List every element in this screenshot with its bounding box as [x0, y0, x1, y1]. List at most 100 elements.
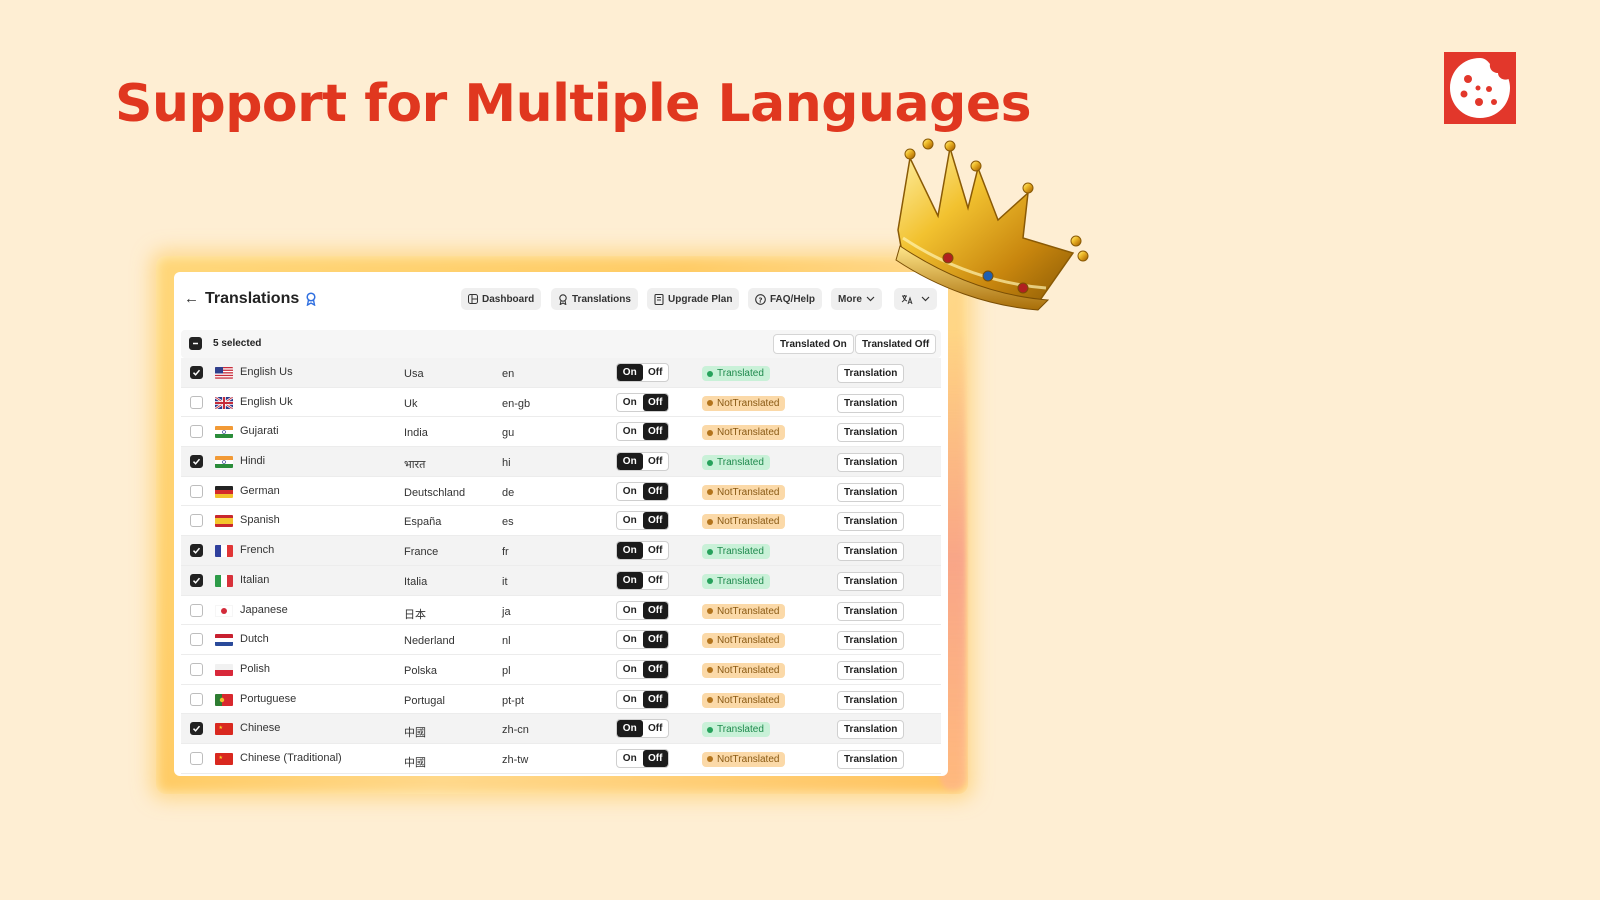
row-checkbox[interactable] [190, 603, 203, 617]
row-checkbox[interactable] [190, 395, 203, 409]
translated-on-button[interactable]: Translated On [773, 334, 854, 354]
row-checkbox[interactable] [190, 514, 203, 528]
toggle-on[interactable]: On [617, 364, 643, 381]
toggle-off[interactable]: Off [643, 720, 669, 737]
translation-button[interactable]: Translation [837, 423, 905, 443]
toggle-off[interactable]: Off [642, 423, 668, 441]
translation-button[interactable]: Translation [837, 690, 905, 710]
select-all-checkbox[interactable] [189, 337, 202, 350]
on-off-toggle[interactable]: On Off [616, 511, 669, 531]
toggle-on[interactable]: On [617, 661, 643, 678]
table-row[interactable]: Gujarati India gu On Off NotTranslated T… [181, 417, 941, 448]
row-checkbox[interactable] [190, 425, 203, 439]
toggle-off[interactable]: Off [642, 601, 668, 619]
table-row[interactable]: ★ Chinese (Traditional) 中國 zh-tw On Off … [181, 744, 941, 774]
on-off-toggle[interactable]: On Off [616, 452, 669, 472]
toggle-on[interactable]: On [617, 423, 643, 440]
toggle-on[interactable]: On [617, 542, 643, 560]
table-row[interactable]: Polish Polska pl On Off NotTranslated Tr… [181, 655, 941, 685]
toggle-off[interactable]: Off [643, 453, 669, 470]
table-row[interactable]: Dutch Nederland nl On Off NotTranslated … [181, 625, 941, 655]
table-row[interactable]: English Us Usa en On Off Translated Tran… [181, 358, 941, 388]
toggle-on[interactable]: On [617, 512, 643, 529]
nav-dashboard-button[interactable]: Dashboard [461, 288, 542, 310]
nav-translations-button[interactable]: Translations [551, 288, 638, 310]
translation-button[interactable]: Translation [837, 393, 905, 413]
toggle-on[interactable]: On [617, 602, 643, 619]
toggle-off[interactable]: Off [642, 749, 668, 767]
translation-button[interactable]: Translation [837, 571, 905, 591]
row-checkbox[interactable] [190, 544, 203, 558]
row-checkbox[interactable] [190, 484, 203, 498]
on-off-toggle[interactable]: On Off [616, 600, 669, 620]
on-off-toggle[interactable]: On Off [616, 570, 669, 590]
nav-more-button[interactable]: More [831, 288, 882, 310]
toggle-off[interactable]: Off [642, 690, 668, 708]
table-row[interactable]: German Deutschland de On Off NotTranslat… [181, 477, 941, 507]
row-checkbox[interactable] [190, 366, 203, 379]
toggle-on[interactable]: On [617, 720, 643, 738]
translation-button[interactable]: Translation [837, 720, 905, 740]
row-checkbox[interactable] [190, 751, 203, 765]
row-checkbox[interactable] [190, 662, 203, 676]
toggle-on[interactable]: On [617, 631, 643, 648]
translation-button[interactable]: Translation [837, 482, 905, 502]
country-name: Nederland [404, 635, 455, 648]
translation-button[interactable]: Translation [837, 512, 905, 532]
language-name: Japanese [240, 603, 288, 616]
table-row[interactable]: Hindi भारत hi On Off Translated Translat… [181, 447, 941, 477]
language-code: en [502, 368, 515, 380]
translation-button[interactable]: Translation [837, 364, 905, 383]
on-off-toggle[interactable]: On Off [616, 541, 669, 561]
on-off-toggle[interactable]: On Off [616, 689, 669, 709]
table-row[interactable]: Italian Italia it On Off Translated Tran… [181, 565, 941, 596]
row-checkbox[interactable] [190, 722, 203, 736]
on-off-toggle[interactable]: On Off [616, 748, 669, 768]
translation-button[interactable]: Translation [837, 631, 905, 651]
toggle-on[interactable]: On [617, 750, 643, 767]
translation-button[interactable]: Translation [837, 453, 905, 473]
status-label: NotTranslated [717, 516, 780, 528]
toggle-off[interactable]: Off [643, 572, 669, 589]
translated-off-button[interactable]: Translated Off [855, 334, 937, 354]
toggle-off[interactable]: Off [642, 393, 668, 411]
nav-faq-help-button[interactable]: ? FAQ/Help [748, 288, 823, 310]
table-row[interactable]: Spanish España es On Off NotTranslated T… [181, 506, 941, 537]
translation-button[interactable]: Translation [837, 542, 905, 562]
toggle-off[interactable]: Off [642, 631, 668, 649]
on-off-toggle[interactable]: On Off [616, 392, 669, 412]
toggle-off[interactable]: Off [643, 364, 669, 381]
toggle-on[interactable]: On [617, 453, 643, 471]
arrow-left-icon[interactable]: ← [184, 290, 199, 307]
on-off-toggle[interactable]: On Off [616, 422, 669, 442]
toggle-off[interactable]: Off [642, 660, 668, 678]
row-checkbox[interactable] [190, 455, 203, 469]
toggle-on[interactable]: On [617, 691, 643, 708]
row-checkbox[interactable] [190, 573, 203, 587]
translation-button[interactable]: Translation [837, 749, 905, 769]
toggle-off[interactable]: Off [642, 482, 668, 500]
on-off-toggle[interactable]: On Off [616, 481, 669, 501]
translation-button[interactable]: Translation [837, 660, 905, 680]
table-row[interactable]: Portuguese Portugal pt-pt On Off NotTran… [181, 685, 941, 715]
on-off-toggle[interactable]: On Off [616, 719, 669, 739]
on-off-toggle[interactable]: On Off [616, 363, 669, 382]
translation-button[interactable]: Translation [837, 601, 905, 621]
toggle-on[interactable]: On [617, 571, 643, 589]
table-row[interactable]: ★ Chinese 中國 zh-cn On Off Translated Tra… [181, 714, 941, 744]
toggle-off[interactable]: Off [643, 542, 669, 559]
table-row[interactable]: English Uk Uk en-gb On Off NotTranslated… [181, 388, 941, 418]
country-name: Usa [404, 368, 424, 380]
row-checkbox[interactable] [190, 633, 203, 647]
country-name: France [404, 546, 439, 559]
toggle-off[interactable]: Off [642, 512, 668, 530]
toggle-on[interactable]: On [617, 394, 643, 411]
on-off-toggle[interactable]: On Off [616, 630, 669, 650]
table-row[interactable]: French France fr On Off Translated Trans… [181, 536, 941, 566]
row-checkbox[interactable] [190, 692, 203, 706]
status-badge: Translated [702, 573, 770, 589]
toggle-on[interactable]: On [617, 483, 643, 500]
nav-upgrade-plan-button[interactable]: Upgrade Plan [647, 288, 740, 310]
table-row[interactable]: Japanese 日本 ja On Off NotTranslated Tran… [181, 596, 941, 626]
on-off-toggle[interactable]: On Off [616, 659, 669, 679]
